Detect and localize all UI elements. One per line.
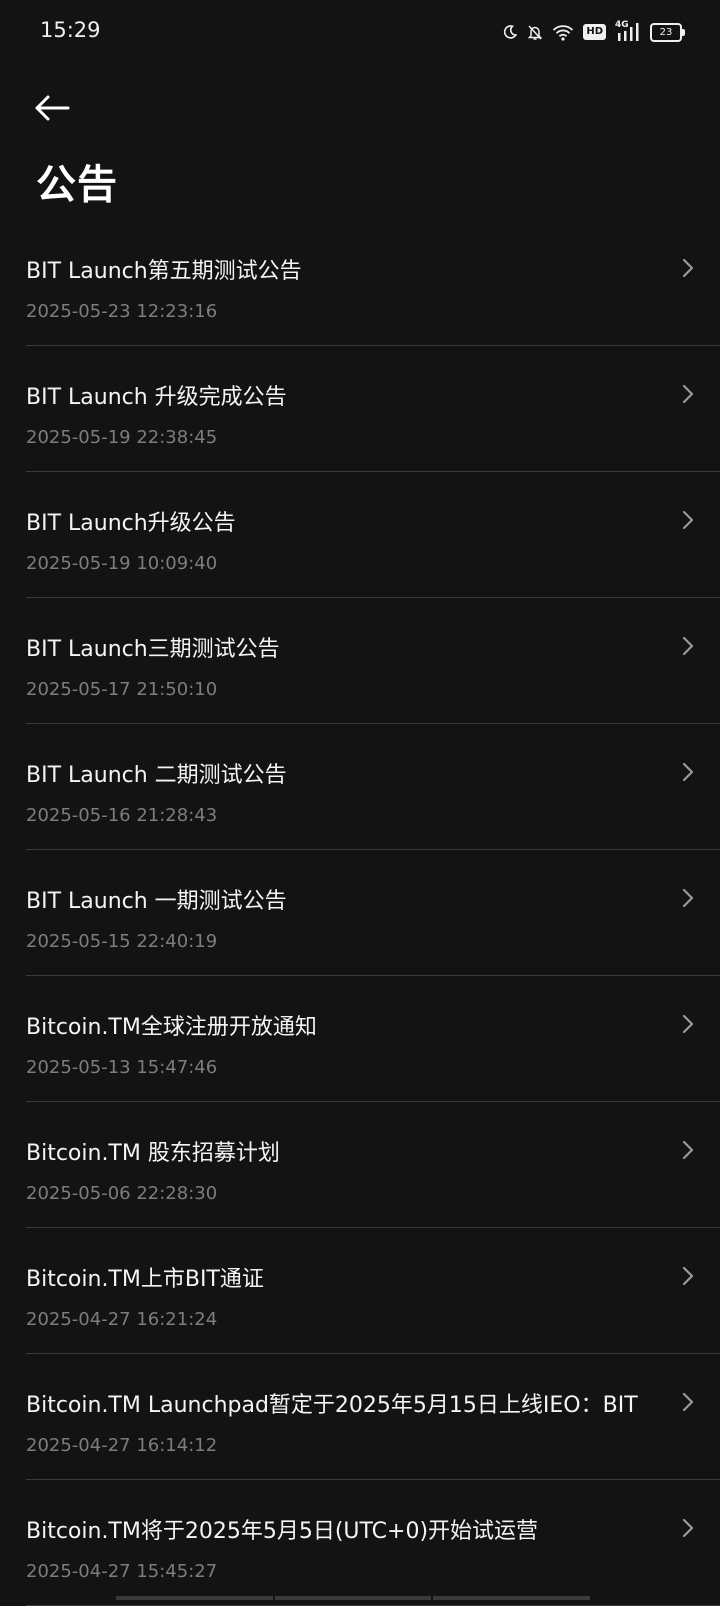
chevron-right-icon xyxy=(682,1392,694,1412)
signal-icon: 4G xyxy=(615,20,641,42)
status-time: 15:29 xyxy=(40,18,101,42)
page-title: 公告 xyxy=(36,162,118,208)
chevron-right-icon xyxy=(682,1266,694,1286)
chevron-right-icon xyxy=(682,1140,694,1160)
announcement-title: BIT Launch升级公告 xyxy=(26,511,236,536)
announcement-item[interactable]: BIT Launch三期测试公告 2025-05-17 21:50:10 xyxy=(26,598,720,724)
announcement-title: Bitcoin.TM 股东招募计划 xyxy=(26,1141,280,1166)
announcement-title: BIT Launch 二期测试公告 xyxy=(26,763,287,788)
chevron-right-icon xyxy=(682,762,694,782)
chevron-right-icon xyxy=(682,1518,694,1538)
announcement-title: Bitcoin.TM全球注册开放通知 xyxy=(26,1015,317,1040)
wifi-icon xyxy=(553,24,574,41)
chevron-right-icon xyxy=(682,1014,694,1034)
announcement-title: BIT Launch第五期测试公告 xyxy=(26,259,302,284)
announcement-date: 2025-05-23 12:23:16 xyxy=(26,301,218,322)
announcement-date: 2025-05-17 21:50:10 xyxy=(26,679,218,700)
moon-icon xyxy=(504,25,518,39)
announcement-date: 2025-04-27 15:45:27 xyxy=(26,1561,218,1582)
chevron-right-icon xyxy=(682,258,694,278)
chevron-right-icon xyxy=(682,636,694,656)
announcement-item[interactable]: Bitcoin.TM上市BIT通证 2025-04-27 16:21:24 xyxy=(26,1228,720,1354)
announcement-title: BIT Launch 一期测试公告 xyxy=(26,889,287,914)
arrow-left-icon xyxy=(35,95,70,121)
announcement-date: 2025-05-19 10:09:40 xyxy=(26,553,218,574)
announcement-item[interactable]: BIT Launch 升级完成公告 2025-05-19 22:38:45 xyxy=(26,346,720,472)
chevron-right-icon xyxy=(682,384,694,404)
announcement-item[interactable]: BIT Launch 一期测试公告 2025-05-15 22:40:19 xyxy=(26,850,720,976)
announcement-date: 2025-05-15 22:40:19 xyxy=(26,931,218,952)
announcement-item[interactable]: Bitcoin.TM将于2025年5月5日(UTC+0)开始试运营 2025-04… xyxy=(26,1480,720,1606)
status-icons: HD 4G 23 xyxy=(502,20,685,43)
announcement-list: BIT Launch第五期测试公告 2025-05-23 12:23:16 BIT … xyxy=(0,220,720,1606)
announcement-title: Bitcoin.TM Launchpad暂定于2025年5月15日上线IEO：B… xyxy=(26,1393,638,1418)
announcement-date: 2025-04-27 16:21:24 xyxy=(26,1309,218,1330)
announcement-date: 2025-04-27 16:14:12 xyxy=(26,1435,218,1456)
battery-icon: 23 xyxy=(650,22,685,42)
announcement-title: Bitcoin.TM上市BIT通证 xyxy=(26,1267,264,1292)
announcement-item[interactable]: BIT Launch 二期测试公告 2025-05-16 21:28:43 xyxy=(26,724,720,850)
announcement-item[interactable]: Bitcoin.TM 股东招募计划 2025-05-06 22:28:30 xyxy=(26,1102,720,1228)
status-bar: 15:29 HD 4G 23 xyxy=(0,0,720,64)
announcement-date: 2025-05-06 22:28:30 xyxy=(26,1183,218,1204)
back-button[interactable] xyxy=(30,86,74,130)
bell-off-icon xyxy=(528,24,543,40)
announcement-item[interactable]: BIT Launch升级公告 2025-05-19 10:09:40 xyxy=(26,472,720,598)
announcement-date: 2025-05-19 22:38:45 xyxy=(26,427,218,448)
announcement-date: 2025-05-16 21:28:43 xyxy=(26,805,218,826)
announcement-title: BIT Launch 升级完成公告 xyxy=(26,385,287,410)
announcement-date: 2025-05-13 15:47:46 xyxy=(26,1057,218,1078)
scroll-indicator xyxy=(116,1596,591,1600)
announcement-item[interactable]: Bitcoin.TM全球注册开放通知 2025-05-13 15:47:46 xyxy=(26,976,720,1102)
announcement-item[interactable]: Bitcoin.TM Launchpad暂定于2025年5月15日上线IEO：B… xyxy=(26,1354,720,1480)
announcement-item[interactable]: BIT Launch第五期测试公告 2025-05-23 12:23:16 xyxy=(26,220,720,346)
announcement-title: Bitcoin.TM将于2025年5月5日(UTC+0)开始试运营 xyxy=(26,1519,539,1544)
chevron-right-icon xyxy=(682,888,694,908)
chevron-right-icon xyxy=(682,510,694,530)
hd-icon: HD xyxy=(583,24,606,40)
announcement-title: BIT Launch三期测试公告 xyxy=(26,637,280,662)
